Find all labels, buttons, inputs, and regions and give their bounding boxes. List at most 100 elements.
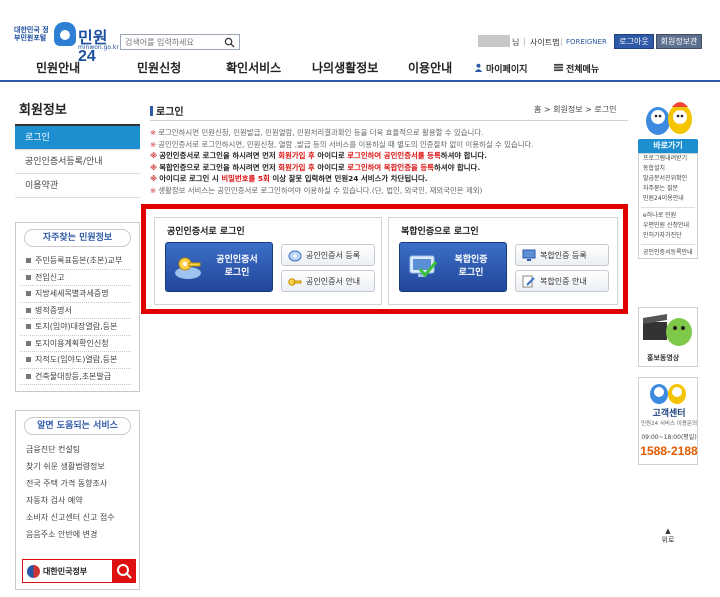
search-box xyxy=(120,34,240,50)
lnb-item-cert-register[interactable]: 공인인증서등록/안내 xyxy=(15,150,140,174)
cert-register-button[interactable]: 공인인증서 등록 xyxy=(281,244,375,266)
cert-login-label: 공인인증서 로그인 xyxy=(216,255,258,278)
multi-auth-register-button[interactable]: 복합인증 등록 xyxy=(515,244,609,266)
login-options-highlight: 공인인증서로 로그인 공인인증서 로그인 공인인증서 등록 공인인증서 안내 복… xyxy=(141,204,628,314)
cert-guide-label: 공인인증서 안내 xyxy=(306,277,361,286)
notice-item: ※ 생활정보 서비스는 공인인증서로 로그인하여야 이용하실 수 있습니다.(단,… xyxy=(150,185,483,195)
sitemap-link[interactable]: 사이트맵 xyxy=(530,37,559,49)
quick-item[interactable]: 프로그램내려받기 xyxy=(639,154,697,164)
mascot-characters-icon xyxy=(646,102,692,135)
quick-item[interactable]: 인허가자가진단 xyxy=(639,231,697,241)
help-item[interactable]: 소비자 신고센터 신고 접수 xyxy=(16,509,139,526)
customer-center-box: 고객센터 민원24 서비스 이용문의 09:00~18:00(평일) 1588-… xyxy=(638,377,698,465)
mypage-icon xyxy=(474,63,483,72)
customer-center-title: 고객센터 xyxy=(652,409,686,419)
frequent-item[interactable]: 지방세세목별과세증명 xyxy=(20,286,131,303)
key-icon xyxy=(288,278,302,286)
frequent-item[interactable]: 전입신고 xyxy=(20,270,131,286)
pen-document-icon xyxy=(522,275,535,288)
gnb-item-usage[interactable]: 이용안내 xyxy=(408,59,452,76)
search-input[interactable] xyxy=(121,35,221,49)
frequent-services-box: 자주찾는 민원정보 주민등록표등본(초본)교부 전입신고 지방세세목별과세증명 … xyxy=(15,222,140,392)
scroll-top-button[interactable]: ▲ 위로 xyxy=(654,527,682,545)
search-icon xyxy=(117,564,132,579)
multi-auth-guide-button[interactable]: 복합인증 안내 xyxy=(515,270,609,292)
quick-item[interactable]: 우편민원 신청안내 xyxy=(639,221,697,231)
lnb-item-terms[interactable]: 이용약관 xyxy=(15,174,140,198)
menu-grid-icon xyxy=(554,63,563,72)
quick-item[interactable]: 민원24이용안내 xyxy=(639,194,697,204)
mypage-link[interactable]: 마이페이지 xyxy=(486,62,527,75)
quick-divider xyxy=(641,244,695,245)
frequent-title: 자주찾는 민원정보 xyxy=(24,229,131,247)
cert-login-panel: 공인인증서로 로그인 공인인증서 로그인 공인인증서 등록 공인인증서 안내 xyxy=(154,217,382,305)
multi-auth-register-label: 복합인증 등록 xyxy=(540,251,587,260)
quick-divider xyxy=(641,207,695,208)
logo-mascot-icon xyxy=(54,22,76,46)
customer-center-subtitle: 민원24 서비스 이용문의 xyxy=(640,421,698,427)
frequent-item[interactable]: 건축물대장등,초본발급 xyxy=(20,369,131,385)
promo-video-banner[interactable]: 홍보동영상 xyxy=(638,307,698,367)
help-item[interactable]: 음음주소 안반에 변경 xyxy=(16,526,139,543)
customer-center-number: 1588-2188 xyxy=(640,444,698,458)
gnb-item-apply[interactable]: 민원신청 xyxy=(137,59,181,76)
monitor-check-icon xyxy=(409,255,438,278)
customer-center-hours: 09:00~18:00(평일) xyxy=(641,434,697,441)
frequent-item[interactable]: 토지이용계획확인신청 xyxy=(20,336,131,352)
frequent-item[interactable]: 토지(임야)대장열람,등본 xyxy=(20,319,131,336)
notice-list: ※ 로그인하시면 민원신청, 민원발급, 민원열람, 민원처리결과확인 등을 더욱… xyxy=(150,127,630,196)
gov-banner[interactable]: 대한민국정부 xyxy=(22,559,136,583)
quick-item[interactable]: 자주묻는 질문 xyxy=(639,184,697,194)
gnb-item-guide[interactable]: 민원안내 xyxy=(36,59,80,76)
cert-login-button[interactable]: 공인인증서 로그인 xyxy=(165,242,273,292)
quick-item[interactable]: 발급문서진위확인 xyxy=(639,174,697,184)
gnb-item-life-info[interactable]: 나의생활정보 xyxy=(312,59,378,76)
util-user-suffix: 님 xyxy=(512,38,520,47)
quick-item[interactable]: e하나로 민원 xyxy=(639,211,697,221)
title-divider xyxy=(150,120,628,121)
site-logo[interactable]: 대한민국 정부민원포털 민원24 minwon.go.kr xyxy=(14,20,124,65)
multi-auth-login-panel: 복합인증으로 로그인 복합인증 로그인 복합인증 등록 복합인증 안내 xyxy=(388,217,618,305)
breadcrumb: 홈 > 회원정보 > 로그인 xyxy=(534,105,617,114)
multi-auth-guide-label: 복합인증 안내 xyxy=(540,277,587,286)
frequent-item[interactable]: 병적증명서 xyxy=(20,303,131,319)
foreigner-link[interactable]: FOREIGNER xyxy=(566,38,607,50)
user-name-blurred xyxy=(478,35,510,47)
cert-guide-button[interactable]: 공인인증서 안내 xyxy=(281,270,375,292)
help-item[interactable]: 찾기 쉬운 생활법령정보 xyxy=(16,458,139,475)
taegeuk-emblem-icon xyxy=(27,565,40,578)
member-info-button[interactable]: 회원정보관리 xyxy=(656,34,702,59)
search-icon[interactable] xyxy=(224,37,235,48)
all-menu-button[interactable]: 전체메뉴 xyxy=(566,62,599,75)
quick-title: 바로가기 xyxy=(638,139,698,153)
lnb-item-login[interactable]: 로그인 xyxy=(15,126,140,150)
frequent-item[interactable]: 주민등록표등본(초본)교부 xyxy=(20,253,131,270)
help-item[interactable]: 금융진단 컨설팅 xyxy=(16,441,139,458)
lnb-title: 회원정보 xyxy=(15,95,140,126)
notice-item: ※ 아이디로 로그인 시 비밀번호를 5회 이상 잘못 입력하면 민원24 서비스… xyxy=(150,174,428,183)
help-item[interactable]: 자동차 검사 예약 xyxy=(16,492,139,509)
notice-item: ※ 복합인증으로 로그인을 하시려면 먼저 회원가입 후 아이디로 로그인하여 복… xyxy=(150,162,481,172)
gnb-item-verify[interactable]: 확인서비스 xyxy=(226,59,281,76)
multi-auth-login-button[interactable]: 복합인증 로그인 xyxy=(399,242,507,292)
monitor-icon xyxy=(522,249,536,261)
help-item[interactable]: 전국 주택 가격 동향조사 xyxy=(16,475,139,492)
gov-label: 대한민국정부 xyxy=(43,567,88,576)
quick-item[interactable]: 공인인증서등록안내 xyxy=(639,248,697,258)
scroll-top-label: 위로 xyxy=(661,536,675,544)
logout-button[interactable]: 로그아웃 xyxy=(614,34,654,49)
clapperboard-mascot-icon xyxy=(643,314,692,346)
frequent-item[interactable]: 지적도(임야도)열람,등본 xyxy=(20,352,131,369)
notice-item: ※ 공인인증서로 로그인을 하시려면 먼저 회원가입 후 아이디로 로그인하여 공… xyxy=(150,151,487,160)
quick-item[interactable]: 동합설치 xyxy=(639,164,697,174)
disc-icon xyxy=(288,250,302,262)
certificate-key-icon xyxy=(175,257,201,279)
chevron-up-icon: ▲ xyxy=(665,527,671,535)
cert-panel-title: 공인인증서로 로그인 xyxy=(167,227,245,237)
multi-panel-title: 복합인증으로 로그인 xyxy=(401,227,479,237)
call-center-mascots-icon xyxy=(650,384,686,404)
logo-url: minwon.go.kr xyxy=(78,44,119,51)
gov-search-button[interactable] xyxy=(112,559,136,583)
global-nav: 민원안내 민원신청 확인서비스 나의생활정보 이용안내 마이페이지 전체메뉴 xyxy=(0,54,720,82)
cert-register-label: 공인인증서 등록 xyxy=(306,251,361,260)
